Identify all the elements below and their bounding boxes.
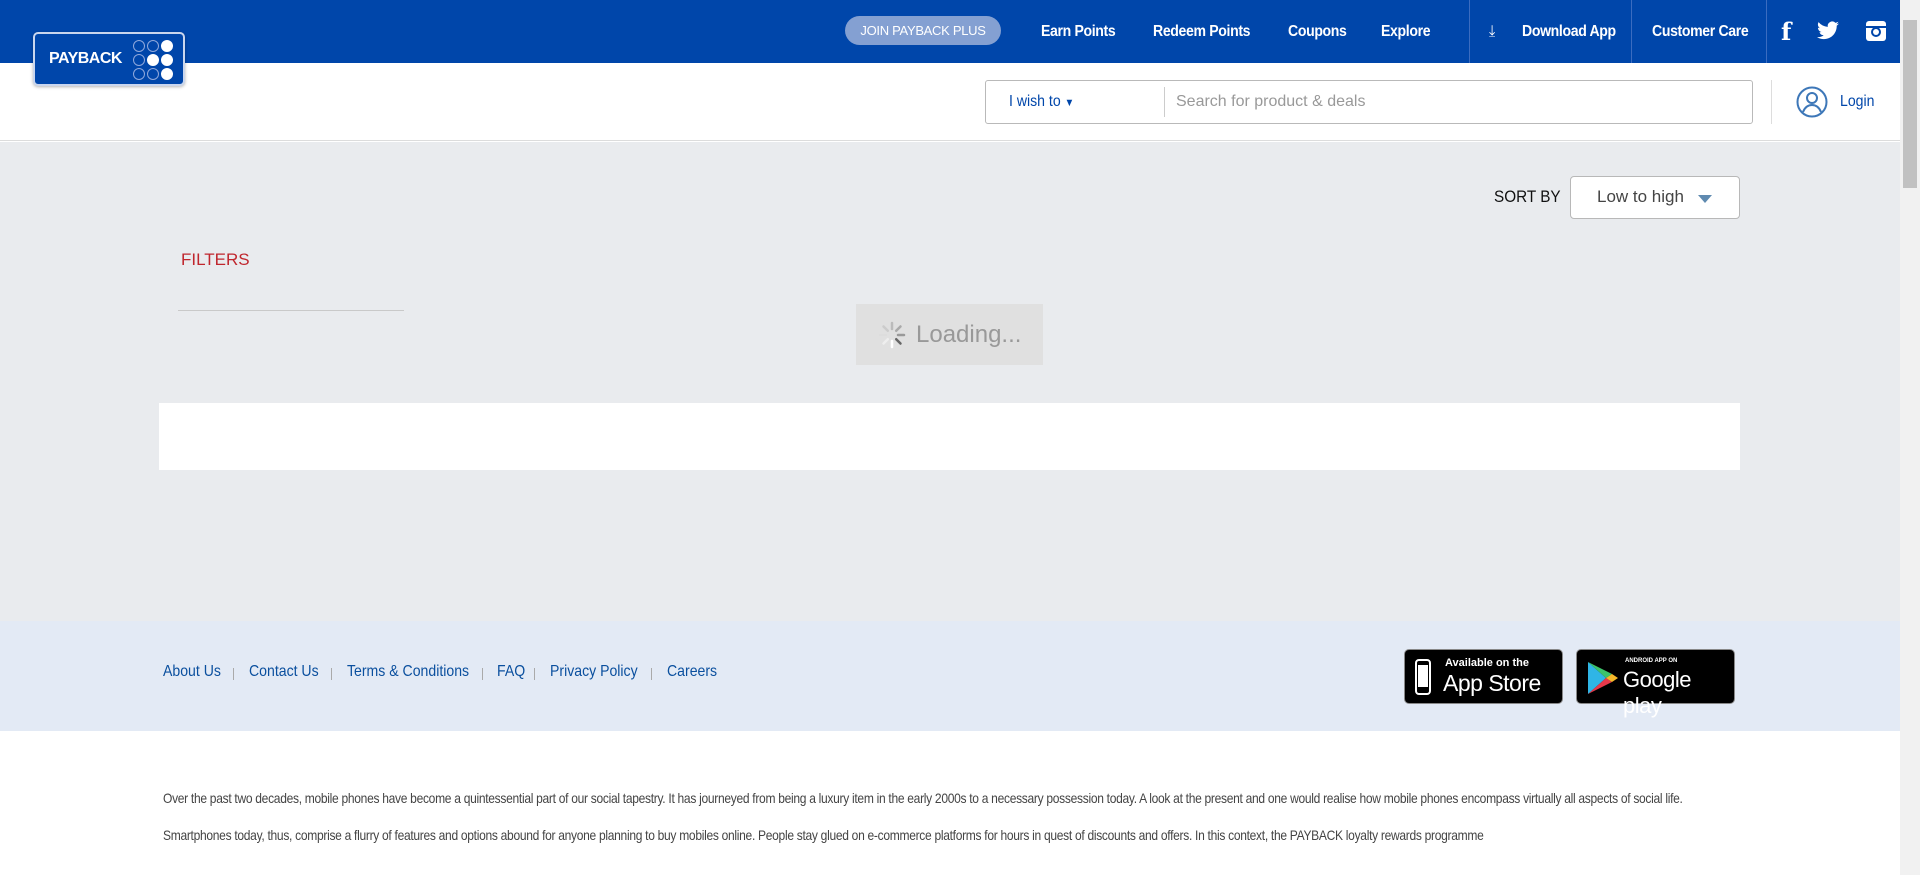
sort-dropdown[interactable]: Low to high <box>1570 176 1740 219</box>
nav-download-app[interactable]: Download App <box>1522 0 1616 63</box>
login-link[interactable]: Login <box>1840 80 1874 124</box>
footer-link-about-us[interactable]: About Us <box>163 663 221 681</box>
footer-link-terms[interactable]: Terms & Conditions <box>347 663 469 681</box>
instagram-icon[interactable] <box>1866 21 1886 41</box>
footer-link-contact-us[interactable]: Contact Us <box>249 663 319 681</box>
payback-logo[interactable]: PAYBACK <box>33 32 185 86</box>
search-input[interactable] <box>1176 82 1736 122</box>
separator <box>331 668 332 680</box>
nav-earn-points[interactable]: Earn Points <box>1041 0 1116 63</box>
facebook-icon[interactable]: f <box>1781 0 1791 63</box>
scrollbar-thumb[interactable] <box>1903 20 1917 188</box>
footer-link-privacy-policy[interactable]: Privacy Policy <box>550 663 638 681</box>
separator <box>534 668 535 680</box>
nav-redeem-points[interactable]: Redeem Points <box>1153 0 1250 63</box>
caret-down-icon: ▼ <box>1064 97 1075 109</box>
divider <box>1164 87 1165 117</box>
divider <box>178 310 404 311</box>
app-store-small-text: Available on the <box>1445 657 1529 669</box>
app-store-big-text: App Store <box>1443 670 1541 696</box>
filters-heading: FILTERS <box>181 250 250 269</box>
sort-value: Low to high <box>1597 187 1684 206</box>
sort-by-label: SORT BY <box>1494 187 1561 206</box>
phone-icon <box>1415 659 1431 695</box>
search-bar: I wish to ▼ <box>985 80 1753 124</box>
separator <box>651 668 652 680</box>
spinner-icon <box>878 321 906 349</box>
divider <box>1469 0 1470 63</box>
caret-down-icon <box>1698 195 1712 203</box>
divider <box>1766 0 1767 63</box>
loading-indicator: Loading... <box>856 304 1043 365</box>
logo-text: PAYBACK <box>49 50 122 67</box>
app-store-badge[interactable]: Available on the App Store <box>1404 649 1563 704</box>
download-icon: ⤓ <box>1489 23 1495 40</box>
footer-link-faq[interactable]: FAQ <box>497 663 525 681</box>
product-results-panel <box>159 403 1740 470</box>
divider <box>1771 80 1772 124</box>
twitter-icon[interactable] <box>1817 21 1839 40</box>
paragraph: Smartphones today, thus, comprise a flur… <box>163 827 1484 843</box>
google-play-small-text: ANDROID APP ON <box>1625 658 1678 664</box>
google-play-icon <box>1588 662 1618 694</box>
footer-link-careers[interactable]: Careers <box>667 663 717 681</box>
seo-description: Over the past two decades, mobile phones… <box>163 786 1723 860</box>
i-wish-to-dropdown[interactable]: I wish to ▼ <box>1009 81 1074 124</box>
nav-customer-care[interactable]: Customer Care <box>1652 0 1749 63</box>
separator <box>482 668 483 680</box>
nav-coupons[interactable]: Coupons <box>1288 0 1347 63</box>
nav-explore[interactable]: Explore <box>1381 0 1431 63</box>
paragraph: Over the past two decades, mobile phones… <box>163 790 1683 806</box>
loading-text: Loading... <box>916 321 1022 348</box>
divider <box>1631 0 1632 63</box>
i-wish-to-label: I wish to <box>1009 93 1061 110</box>
join-payback-plus-button[interactable]: JOIN PAYBACK PLUS <box>845 16 1001 45</box>
google-play-big-text: Google play <box>1623 667 1691 718</box>
user-icon[interactable] <box>1796 86 1828 118</box>
logo-dots-icon <box>133 40 173 80</box>
google-play-badge[interactable]: ANDROID APP ON Google play <box>1576 649 1735 718</box>
separator <box>233 668 234 680</box>
